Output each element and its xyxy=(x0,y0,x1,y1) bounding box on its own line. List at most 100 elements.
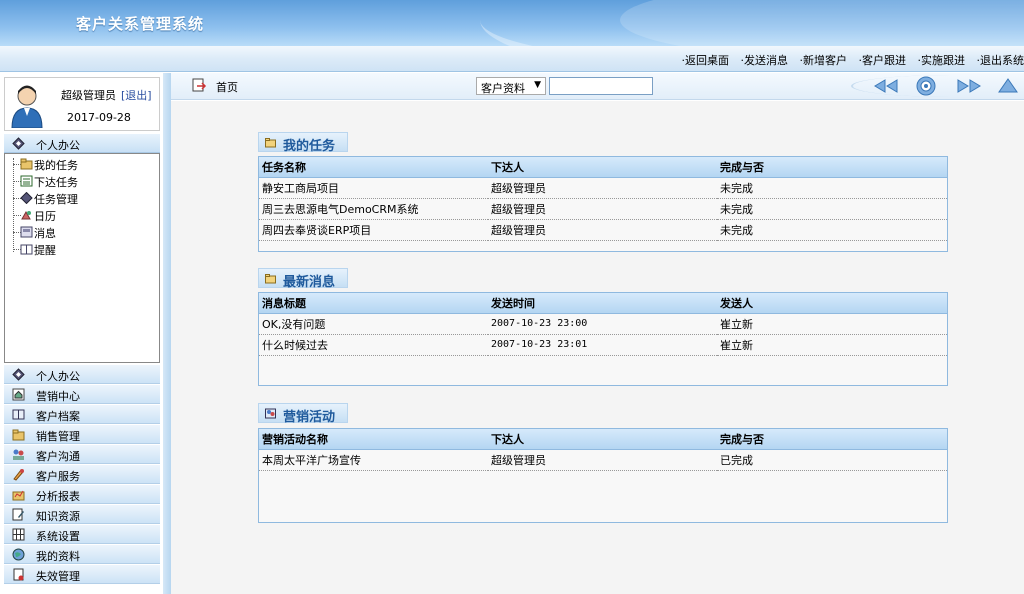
app-title: 客户关系管理系统 xyxy=(76,15,205,33)
forward-icon[interactable] xyxy=(954,76,984,96)
tree-item-label: 我的任务 xyxy=(34,159,78,172)
list-icon xyxy=(20,175,33,187)
task-status: 未完成 xyxy=(717,198,947,220)
edit-icon xyxy=(12,508,24,521)
home-icon[interactable] xyxy=(191,77,207,93)
content-toolbar: 首页 客户资料 ▼ xyxy=(171,73,1024,100)
search-input[interactable] xyxy=(549,77,653,95)
message-time: 2007-10-23 23:01 xyxy=(488,334,717,356)
messages-table: 消息标题 发送时间 发送人 OK,没有问题 2007-10-23 23:00 崔… xyxy=(259,293,947,356)
menu-analysis-report[interactable]: 分析报表 xyxy=(4,485,160,504)
task-name[interactable]: 周三去思源电气DemoCRM系统 xyxy=(259,198,488,220)
folder-icon xyxy=(265,274,276,284)
task-name[interactable]: 静安工商局项目 xyxy=(259,177,488,199)
menu-my-profile[interactable]: 我的资料 xyxy=(4,545,160,564)
menu-label: 客户沟通 xyxy=(36,450,80,463)
search-category-select[interactable]: 客户资料 ▼ xyxy=(476,77,546,95)
menu-invalid-management[interactable]: 失效管理 xyxy=(4,565,160,584)
table-row[interactable]: OK,没有问题 2007-10-23 23:00 崔立新 xyxy=(259,313,947,335)
up-arrow-icon[interactable] xyxy=(997,76,1019,96)
task-name[interactable]: 周四去奉贤谈ERP项目 xyxy=(259,219,488,241)
column-header: 发送时间 xyxy=(488,293,717,314)
table-row[interactable]: 静安工商局项目 超级管理员 未完成 xyxy=(259,177,947,199)
message-title[interactable]: 什么时候过去 xyxy=(259,334,488,356)
menu-label: 客户档案 xyxy=(36,410,80,423)
campaign-icon xyxy=(265,408,276,419)
book-icon xyxy=(20,244,33,255)
document-icon xyxy=(13,568,24,581)
header-decoration xyxy=(480,0,1024,46)
tasks-panel: 任务名称 下达人 完成与否 静安工商局项目 超级管理员 未完成 周三去思源电气D… xyxy=(258,156,948,252)
rewind-icon[interactable] xyxy=(871,76,901,96)
menu-customer-communication[interactable]: 客户沟通 xyxy=(4,445,160,464)
search-category-value: 客户资料 xyxy=(481,82,525,95)
left-sidebar: 超级管理员 [退出] 2017-09-28 个人办公 我的任务 下达任务 任务管… xyxy=(0,73,168,594)
column-header: 营销活动名称 xyxy=(259,429,488,450)
breadcrumb-home[interactable]: 首页 xyxy=(216,79,238,95)
service-icon xyxy=(13,469,24,481)
diamond-icon xyxy=(12,368,25,381)
table-row[interactable]: 什么时候过去 2007-10-23 23:01 崔立新 xyxy=(259,334,947,356)
user-name: 超级管理员 xyxy=(61,89,116,102)
menu-customer-service[interactable]: 客户服务 xyxy=(4,465,160,484)
tree-item-label: 任务管理 xyxy=(34,193,78,206)
table-row[interactable]: 本周太平洋广场宣传 超级管理员 已完成 xyxy=(259,449,947,471)
column-header: 下达人 xyxy=(488,157,717,178)
menu-system-settings[interactable]: 系统设置 xyxy=(4,525,160,544)
diamond-icon xyxy=(20,192,33,204)
tree-item-label: 消息 xyxy=(34,227,56,240)
nav-new-customer[interactable]: ·新增客户 xyxy=(800,52,848,68)
menu-sales-management[interactable]: 销售管理 xyxy=(4,425,160,444)
message-sender: 崔立新 xyxy=(717,334,947,356)
campaign-name[interactable]: 本周太平洋广场宣传 xyxy=(259,449,488,471)
task-assigner: 超级管理员 xyxy=(488,198,717,220)
message-title[interactable]: OK,没有问题 xyxy=(259,313,488,335)
message-sender: 崔立新 xyxy=(717,313,947,335)
campaigns-panel-title: 营销活动 xyxy=(258,403,348,425)
sidebar-splitter[interactable] xyxy=(163,73,171,594)
nav-customer-followup[interactable]: ·客户跟进 xyxy=(859,52,907,68)
menu-marketing-center[interactable]: 营销中心 xyxy=(4,385,160,404)
chevron-down-icon: ▼ xyxy=(534,80,541,90)
globe-icon xyxy=(12,548,25,561)
column-header: 下达人 xyxy=(488,429,717,450)
table-row[interactable]: 周四去奉贤谈ERP项目 超级管理员 未完成 xyxy=(259,219,947,241)
tasks-title: 我的任务 xyxy=(283,139,336,154)
top-nav: ·返回桌面 ·发送消息 ·新增客户 ·客户跟进 ·实施跟进 ·退出系统 xyxy=(0,46,1024,72)
menu-label: 客户服务 xyxy=(36,470,80,483)
folder-icon xyxy=(12,429,25,441)
avatar xyxy=(11,85,43,128)
table-header-row: 营销活动名称 下达人 完成与否 xyxy=(259,429,947,450)
menu-label: 销售管理 xyxy=(36,430,80,443)
tree-item-label: 提醒 xyxy=(34,244,56,257)
messages-panel: 消息标题 发送时间 发送人 OK,没有问题 2007-10-23 23:00 崔… xyxy=(258,292,948,386)
message-time: 2007-10-23 23:00 xyxy=(488,313,717,335)
refresh-icon[interactable] xyxy=(913,76,939,96)
nav-implementation-followup[interactable]: ·实施跟进 xyxy=(918,52,966,68)
nav-back-desktop[interactable]: ·返回桌面 xyxy=(682,52,730,68)
menu-label: 营销中心 xyxy=(36,390,80,403)
calendar-icon xyxy=(21,210,31,220)
campaign-assigner: 超级管理员 xyxy=(488,449,717,471)
table-header-row: 消息标题 发送时间 发送人 xyxy=(259,293,947,314)
task-status: 未完成 xyxy=(717,219,947,241)
campaigns-panel: 营销活动名称 下达人 完成与否 本周太平洋广场宣传 超级管理员 已完成 xyxy=(258,428,948,523)
menu-customer-archive[interactable]: 客户档案 xyxy=(4,405,160,424)
sidebar-section-header[interactable]: 个人办公 xyxy=(4,134,160,153)
folder-icon xyxy=(20,158,33,170)
nav-exit-system[interactable]: ·退出系统 xyxy=(977,52,1024,68)
tree-line xyxy=(13,158,14,252)
menu-personal-office[interactable]: 个人办公 xyxy=(4,365,160,384)
messages-title: 最新消息 xyxy=(283,275,336,290)
column-header: 任务名称 xyxy=(259,157,488,178)
logout-link[interactable]: [退出] xyxy=(121,87,152,103)
campaign-status: 已完成 xyxy=(717,449,947,471)
folder-icon xyxy=(265,138,276,148)
menu-label: 失效管理 xyxy=(36,570,80,583)
people-icon xyxy=(13,449,24,460)
nav-send-message[interactable]: ·发送消息 xyxy=(741,52,789,68)
menu-knowledge-resource[interactable]: 知识资源 xyxy=(4,505,160,524)
column-header: 发送人 xyxy=(717,293,947,314)
task-assigner: 超级管理员 xyxy=(488,219,717,241)
table-row[interactable]: 周三去思源电气DemoCRM系统 超级管理员 未完成 xyxy=(259,198,947,220)
